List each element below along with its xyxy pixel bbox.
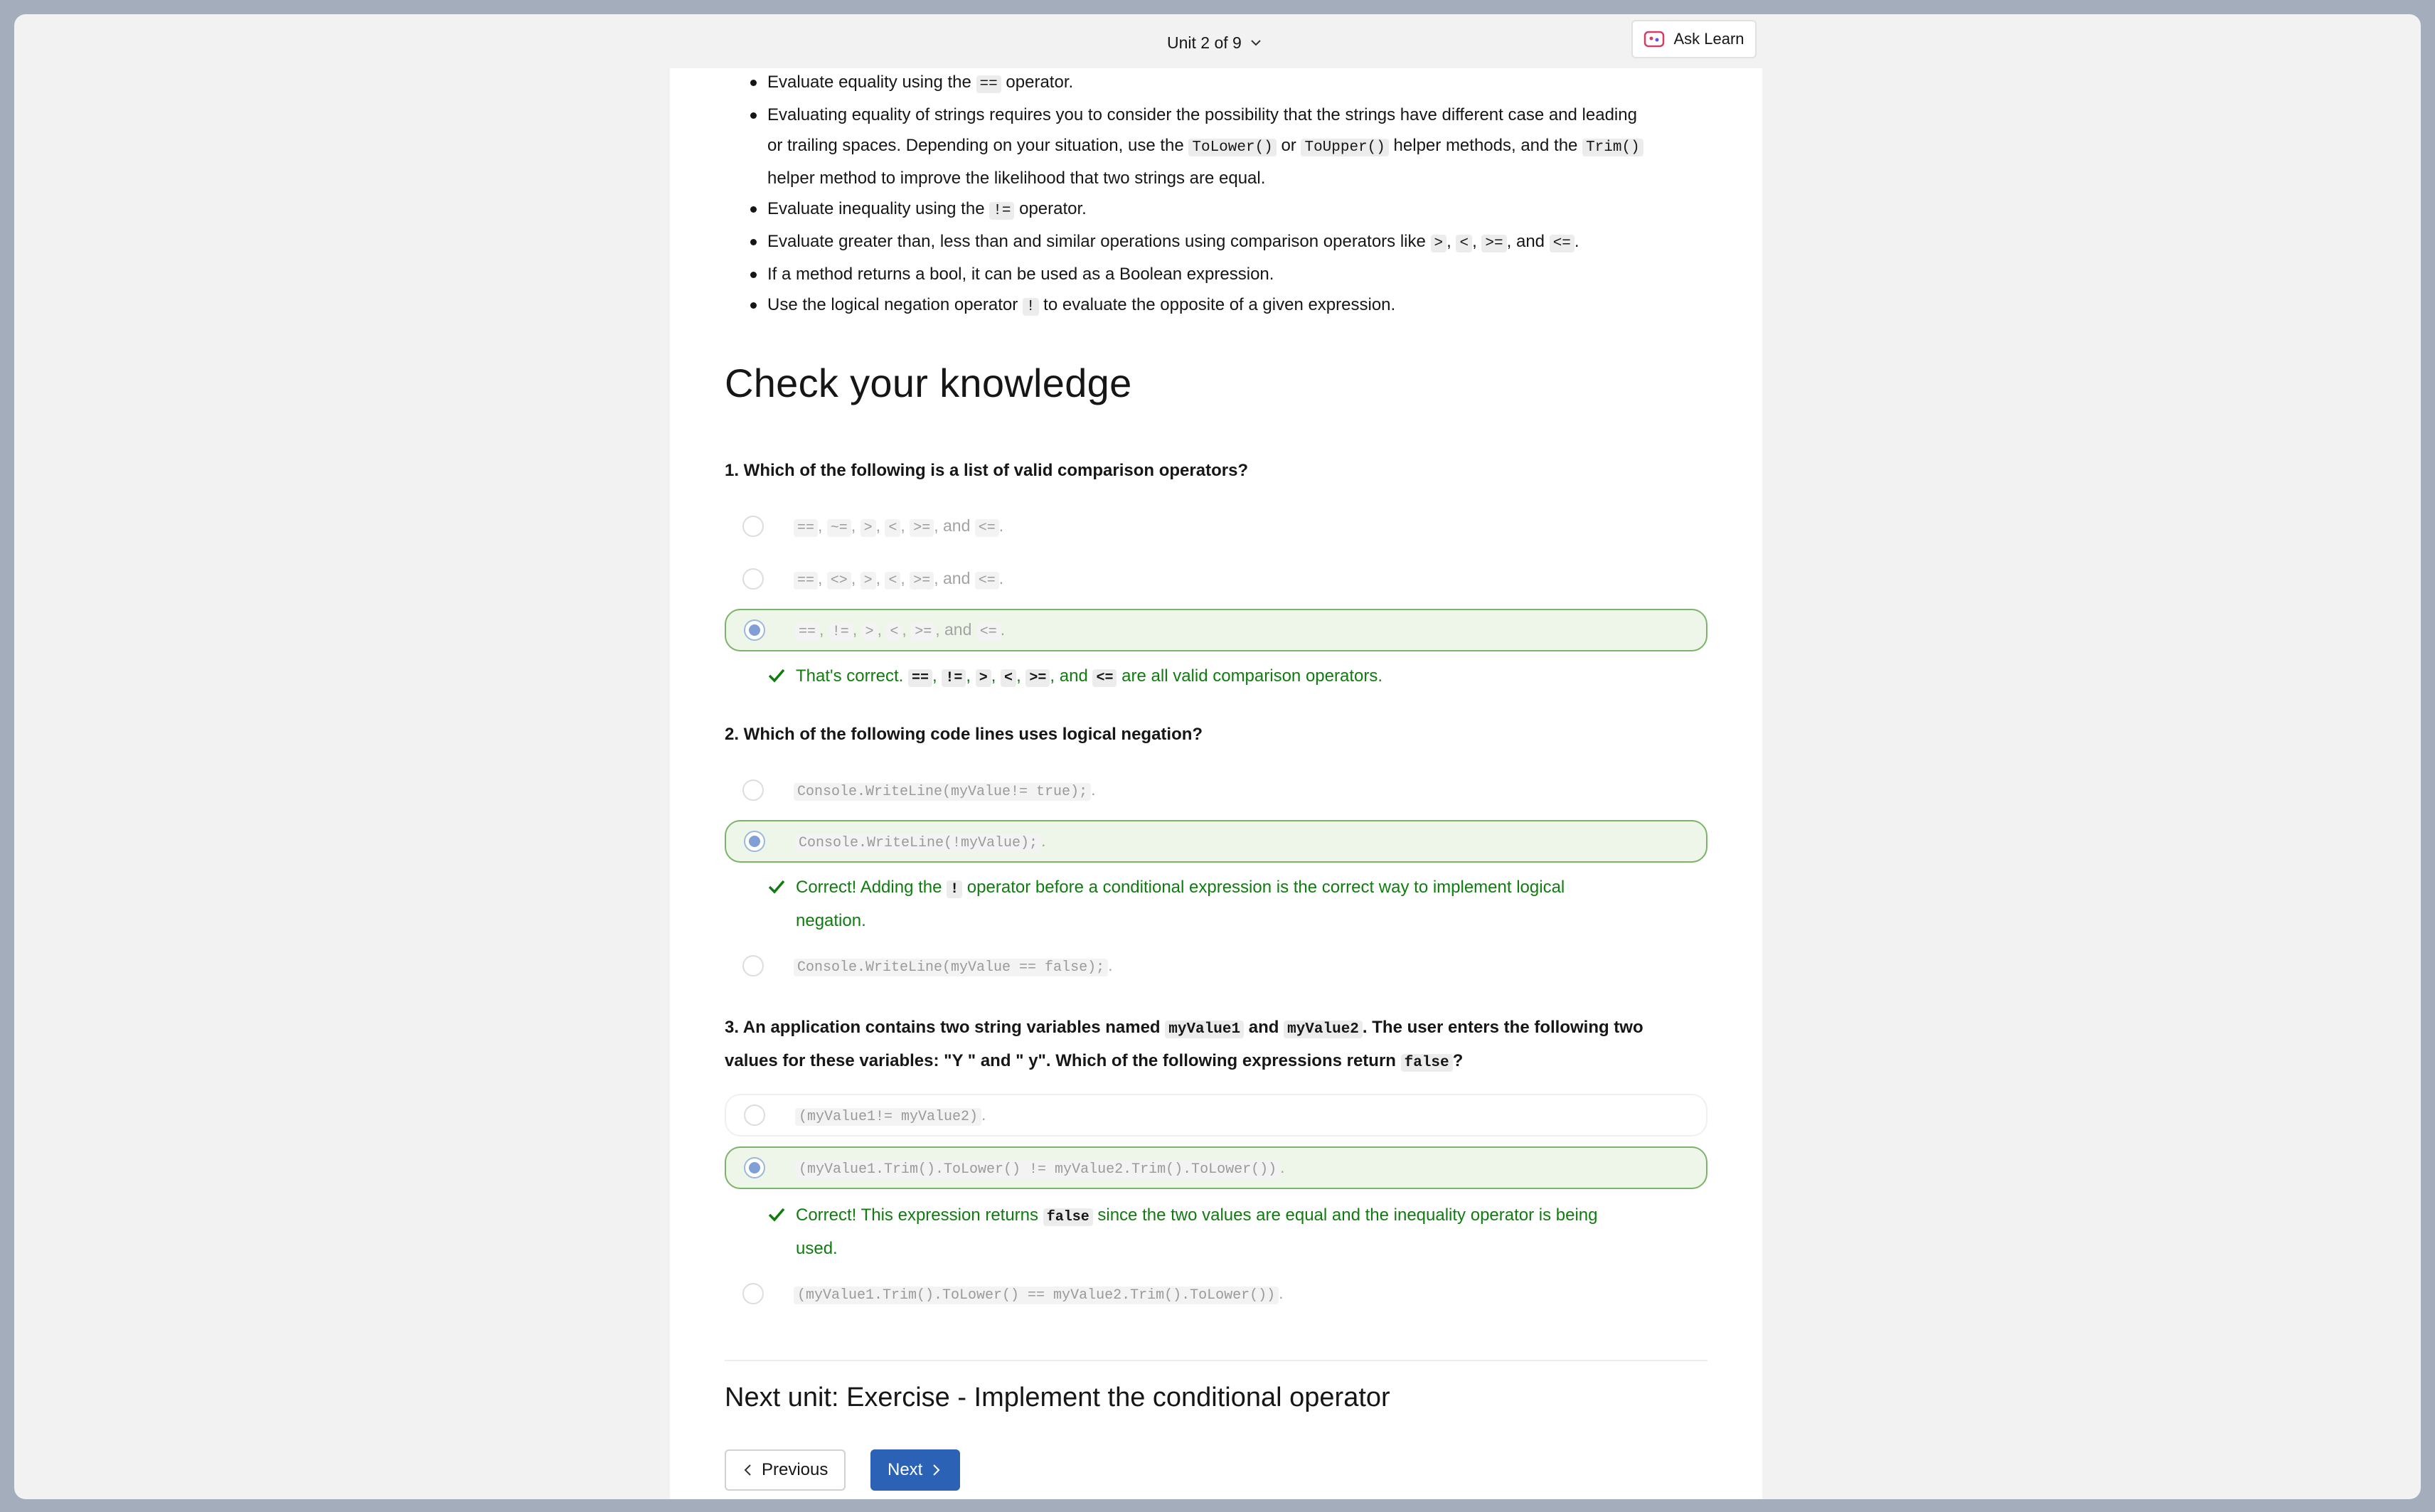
unit-label: Unit 2 of 9 <box>1167 33 1242 52</box>
summary-text: helper methods, and the <box>1388 136 1583 155</box>
summary-text: Evaluate greater than, less than and sim… <box>767 232 1431 251</box>
summary-text: Evaluating equality of strings requires … <box>767 105 1637 124</box>
inline-code: Trim() <box>1582 139 1643 156</box>
option-text: (myValue1.Trim().ToLower() != myValue2.T… <box>795 1158 1285 1178</box>
radio-button[interactable] <box>744 1157 765 1178</box>
option-text: ==, !=, >, <, >=, and <=. <box>795 620 1005 641</box>
checkmark-icon <box>768 880 785 894</box>
radio-button[interactable] <box>742 779 764 801</box>
next-label: Next <box>888 1460 923 1479</box>
radio-button[interactable] <box>742 1283 764 1304</box>
chevron-left-icon <box>744 1464 751 1476</box>
q3-option-3[interactable]: (myValue1.Trim().ToLower() == myValue2.T… <box>725 1272 1707 1315</box>
next-unit-heading: Next unit: Exercise - Implement the cond… <box>725 1383 1390 1412</box>
checkmark-icon <box>768 669 785 683</box>
radio-button[interactable] <box>742 955 764 976</box>
summary-text: Evaluate equality using the <box>767 73 976 92</box>
summary-text: or trailing spaces. Depending on your si… <box>767 136 1189 155</box>
inline-code: ToUpper() <box>1301 139 1389 156</box>
option-text: Console.WriteLine(myValue == false);. <box>794 956 1112 976</box>
ask-learn-button[interactable]: Ask Learn <box>1631 20 1757 58</box>
summary-text: If a method returns a bool, it can be us… <box>767 265 1274 284</box>
option-text: (myValue1.Trim().ToLower() == myValue2.T… <box>794 1284 1284 1304</box>
q2-option-2[interactable]: Console.WriteLine(!myValue);. <box>725 820 1707 863</box>
inline-code: != <box>989 202 1015 220</box>
summary-list: Evaluate equality using the == operator.… <box>725 68 1707 322</box>
q1-option-2[interactable]: ==, <>, >, <, >=, and <=. <box>725 558 1707 600</box>
q2-feedback: Correct! Adding the ! operator before a … <box>768 872 1706 937</box>
q1-feedback: That's correct. ==, !=, >, <, >=, and <=… <box>768 661 1706 694</box>
summary-text: . <box>1574 232 1579 251</box>
summary-text: helper method to improve the likelihood … <box>767 169 1266 188</box>
top-bar: Unit 2 of 9 Ask Learn <box>14 14 2421 68</box>
summary-text: Evaluate inequality using the <box>767 199 990 218</box>
section-title: Check your knowledge <box>725 361 1132 405</box>
list-item: If a method returns a bool, it can be us… <box>725 259 1707 289</box>
summary-text: , and <box>1506 232 1550 251</box>
question-1: 1. Which of the following is a list of v… <box>725 461 1249 480</box>
list-item: Evaluate equality using the == operator. <box>725 68 1707 100</box>
previous-button[interactable]: Previous <box>725 1449 846 1491</box>
radio-button[interactable] <box>742 516 764 537</box>
q2-option-3[interactable]: Console.WriteLine(myValue == false);. <box>725 944 1707 987</box>
inline-code: ToLower() <box>1188 139 1277 156</box>
divider <box>725 1360 1707 1361</box>
summary-text: to evaluate the opposite of a given expr… <box>1038 295 1396 314</box>
next-button[interactable]: Next <box>870 1449 960 1491</box>
question-2: 2. Which of the following code lines use… <box>725 725 1203 744</box>
q1-option-1[interactable]: ==, ~=, >, <, >=, and <=. <box>725 505 1707 548</box>
checkmark-icon <box>768 1208 785 1222</box>
radio-button[interactable] <box>744 831 765 852</box>
chevron-right-icon <box>933 1464 940 1476</box>
option-text: (myValue1!= myValue2). <box>795 1105 986 1126</box>
radio-button[interactable] <box>744 1104 765 1126</box>
summary-text: Use the logical negation operator <box>767 295 1023 314</box>
inline-code: <= <box>1549 235 1575 252</box>
unit-selector[interactable]: Unit 2 of 9 <box>1167 28 1263 57</box>
inline-code: < <box>1456 235 1473 252</box>
previous-label: Previous <box>762 1460 828 1479</box>
summary-text: or <box>1276 136 1301 155</box>
list-item: Use the logical negation operator ! to e… <box>725 289 1707 322</box>
radio-button[interactable] <box>742 568 764 590</box>
copilot-icon <box>1644 31 1665 48</box>
list-item: Evaluating equality of strings requires … <box>725 100 1707 193</box>
inline-code: >= <box>1481 235 1507 252</box>
summary-text: operator. <box>1001 73 1074 92</box>
browser-window: Unit 2 of 9 Ask Learn Evaluate equality … <box>14 14 2421 1499</box>
option-text: Console.WriteLine(myValue!= true);. <box>794 780 1095 801</box>
summary-text: operator. <box>1014 199 1087 218</box>
q3-feedback: Correct! This expression returns false s… <box>768 1200 1706 1265</box>
main-content: Evaluate equality using the == operator.… <box>670 68 1762 1499</box>
list-item: Evaluate inequality using the != operato… <box>725 193 1707 226</box>
inline-code: > <box>1430 235 1447 252</box>
ask-learn-label: Ask Learn <box>1673 30 1744 48</box>
q3-option-2[interactable]: (myValue1.Trim().ToLower() != myValue2.T… <box>725 1146 1707 1189</box>
q3-option-1[interactable]: (myValue1!= myValue2). <box>725 1094 1707 1136</box>
list-item: Evaluate greater than, less than and sim… <box>725 226 1707 259</box>
option-text: Console.WriteLine(!myValue);. <box>795 831 1045 852</box>
q2-option-1[interactable]: Console.WriteLine(myValue!= true);. <box>725 769 1707 811</box>
chevron-down-icon <box>1251 40 1261 46</box>
radio-button[interactable] <box>744 619 765 641</box>
inline-code: == <box>976 75 1001 93</box>
q1-option-3[interactable]: ==, !=, >, <, >=, and <=. <box>725 609 1707 651</box>
inline-code: ! <box>1022 298 1039 316</box>
question-3: 3. An application contains two string va… <box>725 1018 1643 1072</box>
option-text: ==, ~=, >, <, >=, and <=. <box>794 516 1003 537</box>
option-text: ==, <>, >, <, >=, and <=. <box>794 569 1003 590</box>
